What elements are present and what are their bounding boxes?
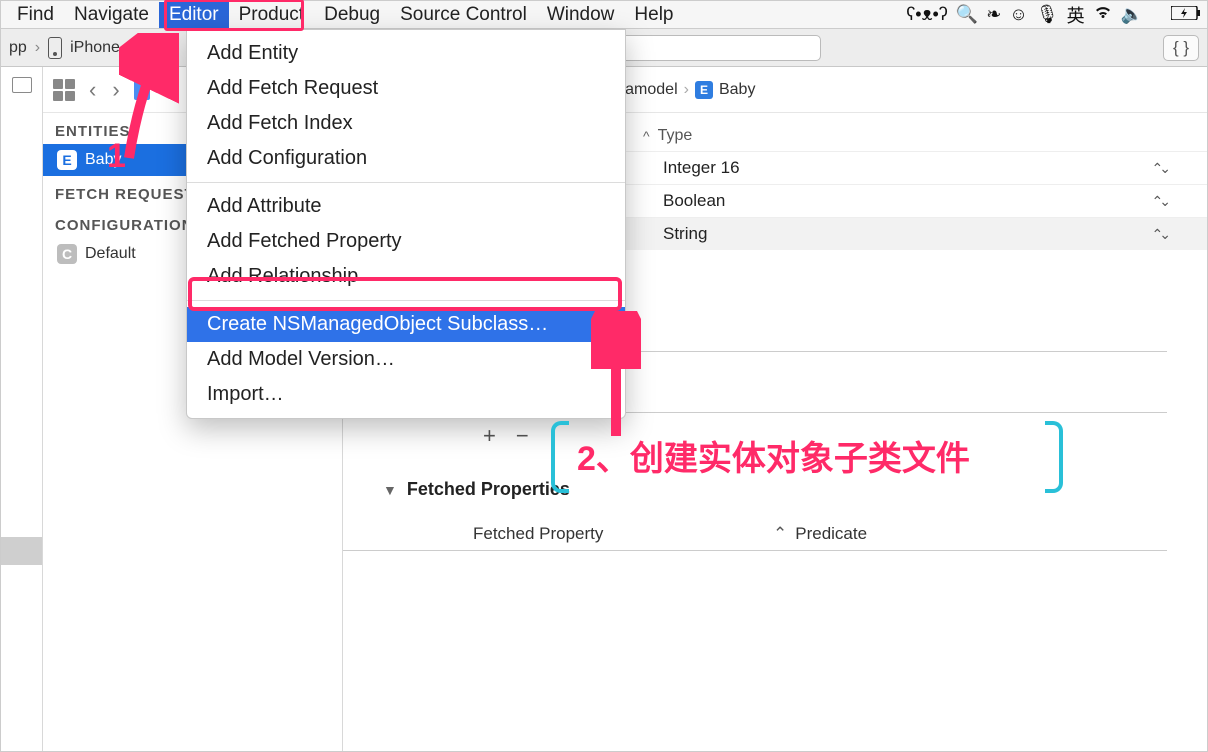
stepper-icon[interactable]: ⌃⌄ bbox=[1152, 226, 1167, 243]
menu-window[interactable]: Window bbox=[537, 2, 625, 28]
bear-icon[interactable]: ʕ•ᴥ•ʔ bbox=[906, 4, 948, 25]
menu-separator bbox=[187, 300, 625, 301]
menu-add-relationship[interactable]: Add Relationship bbox=[187, 259, 625, 294]
menubar: Find Navigate Editor Product Debug Sourc… bbox=[1, 1, 1207, 29]
iphone-icon bbox=[48, 37, 62, 59]
menu-add-attribute[interactable]: Add Attribute bbox=[187, 189, 625, 224]
breadcrumb-item[interactable]: Baby bbox=[719, 81, 755, 99]
menu-source-control[interactable]: Source Control bbox=[390, 2, 537, 28]
config-badge-icon: C bbox=[57, 244, 77, 264]
forward-button[interactable]: › bbox=[110, 77, 121, 103]
menu-navigate[interactable]: Navigate bbox=[64, 2, 159, 28]
navigator-strip bbox=[1, 67, 43, 751]
code-braces-button[interactable]: { } bbox=[1163, 35, 1199, 61]
fetched-property-column-header[interactable]: Fetched Property bbox=[473, 524, 773, 544]
editor-menu-dropdown: Add Entity Add Fetch Request Add Fetch I… bbox=[186, 29, 626, 419]
menu-editor[interactable]: Editor bbox=[159, 2, 229, 28]
menu-add-configuration[interactable]: Add Configuration bbox=[187, 141, 625, 176]
menu-debug[interactable]: Debug bbox=[314, 2, 390, 28]
menu-add-fetched-property[interactable]: Add Fetched Property bbox=[187, 224, 625, 259]
navigator-selection bbox=[1, 537, 42, 565]
menu-separator bbox=[187, 182, 625, 183]
disclosure-triangle-icon[interactable]: ▼ bbox=[383, 482, 397, 498]
config-name-label: Default bbox=[85, 245, 136, 263]
document-icon[interactable] bbox=[134, 80, 150, 100]
back-button[interactable]: ‹ bbox=[87, 77, 98, 103]
menu-product[interactable]: Product bbox=[229, 2, 314, 28]
stepper-icon[interactable]: ⌃⌄ bbox=[1152, 160, 1167, 177]
smiley-icon[interactable]: ☺ bbox=[1009, 4, 1027, 25]
menu-add-fetch-index[interactable]: Add Fetch Index bbox=[187, 106, 625, 141]
wifi-icon[interactable] bbox=[1093, 4, 1113, 25]
stepper-icon[interactable]: ⌃⌄ bbox=[1152, 193, 1167, 210]
scheme-app-label[interactable]: pp bbox=[9, 39, 27, 57]
chevron-right-icon: › bbox=[684, 81, 689, 99]
search-icon[interactable]: 🔍 bbox=[956, 4, 978, 25]
remove-button[interactable]: − bbox=[516, 423, 529, 449]
annotation-text-2: 2、创建实体对象子类文件 bbox=[577, 431, 970, 480]
menu-help[interactable]: Help bbox=[624, 2, 683, 28]
menu-add-fetch-request[interactable]: Add Fetch Request bbox=[187, 71, 625, 106]
fetched-header: Fetched Property ⌃ Predicate bbox=[343, 506, 1167, 551]
elephant-icon[interactable]: ❧ bbox=[986, 4, 1001, 25]
entity-badge-icon: E bbox=[57, 150, 77, 170]
menu-find[interactable]: Find bbox=[7, 2, 64, 28]
menu-add-model-version[interactable]: Add Model Version… bbox=[187, 342, 625, 377]
battery-icon[interactable] bbox=[1171, 4, 1201, 25]
add-button[interactable]: + bbox=[483, 423, 496, 449]
menu-create-nsmanagedobject-subclass[interactable]: Create NSManagedObject Subclass… bbox=[187, 307, 625, 342]
status-icons: ʕ•ᴥ•ʔ 🔍 ❧ ☺ 🎙 英 🔈 bbox=[906, 2, 1201, 28]
predicate-column-header[interactable]: Predicate bbox=[795, 524, 867, 544]
menu-add-entity[interactable]: Add Entity bbox=[187, 36, 625, 71]
input-method-icon[interactable]: 英 bbox=[1067, 2, 1085, 28]
navigator-icon[interactable] bbox=[12, 77, 32, 93]
scheme-device-label[interactable]: iPhone bbox=[70, 39, 120, 57]
sort-caret-icon[interactable]: ⌃ bbox=[773, 524, 787, 544]
entity-badge-icon: E bbox=[695, 81, 713, 99]
volume-icon[interactable]: 🔈 bbox=[1121, 4, 1143, 25]
grid-icon[interactable] bbox=[53, 79, 75, 101]
chevron-right-icon: › bbox=[35, 39, 40, 57]
menu-import[interactable]: Import… bbox=[187, 377, 625, 412]
mic-icon[interactable]: 🎙 bbox=[1036, 4, 1059, 25]
type-column-header[interactable]: Type bbox=[658, 127, 693, 145]
annotation-number-1: 1 bbox=[107, 137, 126, 176]
sort-caret-icon[interactable]: ^ bbox=[643, 128, 650, 144]
